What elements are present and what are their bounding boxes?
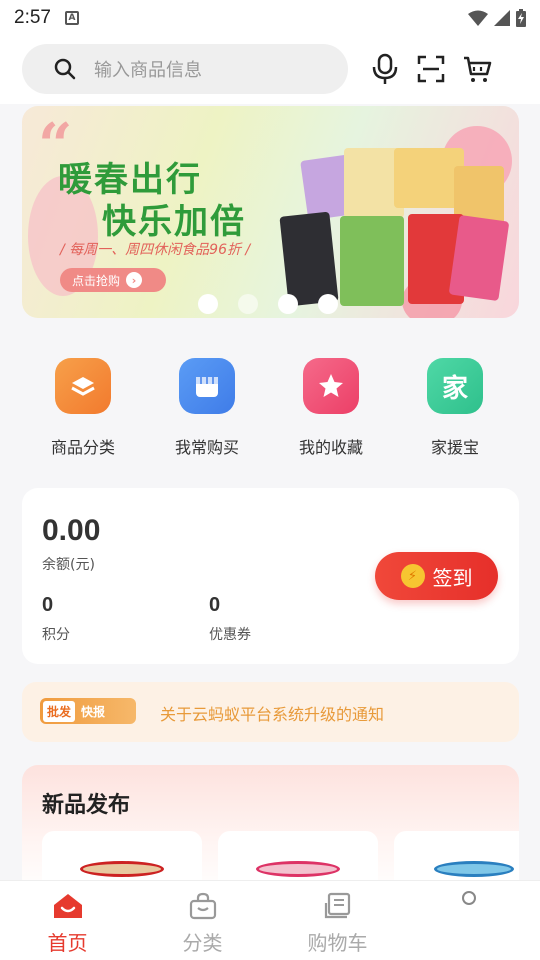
quick-item-category[interactable]: 商品分类 <box>21 350 145 458</box>
star-icon <box>303 358 359 414</box>
search-icon <box>54 58 76 80</box>
quick-item-label: 我的收藏 <box>298 438 363 457</box>
product-image <box>256 861 340 877</box>
quick-item-favorites[interactable]: 我的收藏 <box>269 350 393 458</box>
product-image <box>434 861 514 877</box>
nav-cart[interactable]: 购物车 <box>270 881 405 960</box>
nav-label: 分类 <box>182 931 223 955</box>
nav-profile-icon[interactable] <box>462 891 476 905</box>
cart-list-icon <box>322 891 354 921</box>
top-search-bar: 输入商品信息 <box>0 36 540 104</box>
nav-home[interactable]: 首页 <box>0 881 135 960</box>
wallet-card: 0.00 余额(元) 0 积分 0 优惠券 ⚡ 签到 <box>22 488 519 664</box>
banner-cta-label: 点击抢购 <box>72 273 121 288</box>
quick-item-label: 我常购买 <box>174 438 239 457</box>
notice-tag: 批发 快报 <box>40 698 136 724</box>
promo-banner[interactable]: “ 暖春出行 快乐加倍 / 每周一、周四休闲食品96折 / 点击抢购 › <box>22 106 519 318</box>
category-icon <box>55 358 111 414</box>
notice-bar[interactable]: 批发 快报 关于云蚂蚁平台系统升级的通知 <box>22 682 519 742</box>
banner-dot[interactable] <box>278 294 298 314</box>
new-products-section: 新品发布 <box>22 765 519 895</box>
banner-dot[interactable] <box>238 294 258 314</box>
nav-label: 购物车 <box>307 931 368 955</box>
signin-label: 签到 <box>432 565 473 590</box>
quick-item-label: 家援宝 <box>430 438 479 457</box>
banner-dot[interactable] <box>318 294 338 314</box>
signal-icon <box>494 10 510 26</box>
status-bar: 2:57 A <box>0 0 540 36</box>
scan-icon[interactable] <box>414 52 448 86</box>
store-icon <box>179 358 235 414</box>
coupon-label: 优惠券 <box>209 627 251 643</box>
search-placeholder: 输入商品信息 <box>94 60 202 81</box>
banner-subtitle: / 每周一、周四休闲食品96折 / <box>60 242 251 258</box>
banner-dot[interactable] <box>198 294 218 314</box>
status-icons <box>468 9 526 27</box>
banner-cta-button[interactable]: 点击抢购 › <box>60 268 166 292</box>
bottom-navigation: 首页 分类 购物车 <box>0 880 540 960</box>
wifi-icon <box>468 10 488 26</box>
nav-label: 首页 <box>47 931 88 955</box>
notification-a-icon: A <box>64 11 79 25</box>
home-icon <box>52 891 84 921</box>
banner-title-line2: 快乐加倍 <box>102 202 246 242</box>
snack-products-image <box>279 148 510 307</box>
quick-item-frequent[interactable]: 我常购买 <box>145 350 269 458</box>
new-products-title: 新品发布 <box>42 793 131 818</box>
points-value[interactable]: 0 <box>42 594 53 617</box>
status-time: 2:57 <box>14 7 51 28</box>
balance-label: 余额(元) <box>42 557 95 573</box>
lightning-coin-icon: ⚡ <box>400 564 425 588</box>
coupon-value[interactable]: 0 <box>209 594 220 617</box>
quick-menu: 商品分类 我常购买 我的收藏 家 家援宝 <box>0 350 540 460</box>
home-text-icon: 家 <box>427 358 483 414</box>
notice-tag-left: 批发 <box>43 700 76 722</box>
notice-tag-right: 快报 <box>81 704 106 719</box>
product-image <box>80 861 164 877</box>
points-label: 积分 <box>42 627 70 643</box>
battery-icon <box>516 9 526 27</box>
quick-item-jiayuanbao[interactable]: 家 家援宝 <box>393 350 517 458</box>
cart-icon[interactable] <box>460 52 494 86</box>
bag-icon <box>187 891 219 921</box>
banner-pagination <box>198 294 338 314</box>
quick-item-label: 商品分类 <box>50 438 115 457</box>
microphone-icon[interactable] <box>368 52 402 86</box>
balance-value[interactable]: 0.00 <box>42 514 100 548</box>
signin-button[interactable]: ⚡ 签到 <box>375 552 498 600</box>
notice-text[interactable]: 关于云蚂蚁平台系统升级的通知 <box>160 701 384 725</box>
search-input[interactable]: 输入商品信息 <box>22 44 348 94</box>
nav-category[interactable]: 分类 <box>135 881 270 960</box>
arrow-right-icon: › <box>126 272 143 288</box>
